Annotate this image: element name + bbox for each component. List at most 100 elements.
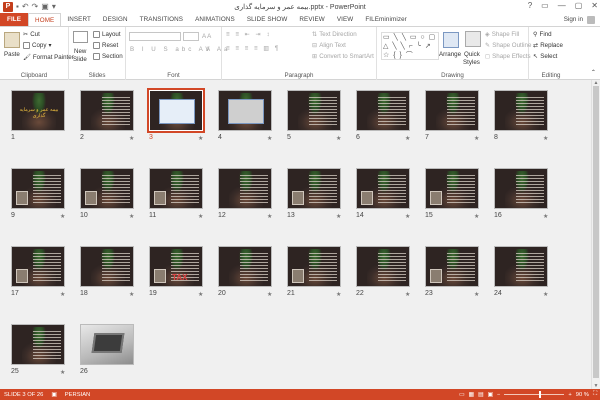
zoom-out-icon[interactable]: − bbox=[497, 392, 500, 398]
tab-file[interactable]: FILE bbox=[0, 13, 29, 26]
animation-star-icon[interactable]: ★ bbox=[336, 291, 341, 298]
convert-smartart-button[interactable]: ⊞ Convert to SmartArt bbox=[312, 53, 374, 60]
slide-thumbnail[interactable] bbox=[494, 168, 548, 209]
tab-fileminimizer[interactable]: FILEminimizer bbox=[359, 13, 413, 26]
animation-star-icon[interactable]: ★ bbox=[267, 213, 272, 220]
slide-thumbnail[interactable]: TAX bbox=[149, 246, 203, 287]
align-buttons[interactable]: ≡ ≡ ≡ ≡ ▥ ¶ bbox=[226, 45, 280, 52]
paste-icon[interactable] bbox=[4, 32, 20, 48]
sign-in[interactable]: Sign in bbox=[564, 13, 595, 26]
quick-styles-icon[interactable] bbox=[465, 31, 481, 47]
animation-star-icon[interactable]: ★ bbox=[198, 135, 203, 142]
redo-icon[interactable]: ↷ bbox=[32, 2, 39, 12]
normal-view-icon[interactable]: ▭ bbox=[459, 392, 464, 398]
align-text-button[interactable]: ⊟ Align Text bbox=[312, 42, 346, 49]
text-direction-button[interactable]: ⇅ Text Direction bbox=[312, 31, 357, 38]
animation-star-icon[interactable]: ★ bbox=[267, 291, 272, 298]
customize-toolbar-icon[interactable]: ▾ bbox=[52, 2, 56, 12]
animation-star-icon[interactable]: ★ bbox=[267, 135, 272, 142]
new-slide-button-line2[interactable]: Slide bbox=[73, 56, 87, 63]
new-slide-icon[interactable] bbox=[73, 31, 88, 43]
slide-thumbnail[interactable] bbox=[494, 246, 548, 287]
slide-thumbnail[interactable] bbox=[147, 88, 205, 133]
slide-thumbnail[interactable] bbox=[80, 90, 134, 131]
layout-button[interactable]: Layout bbox=[93, 31, 121, 38]
animation-star-icon[interactable]: ★ bbox=[129, 135, 134, 142]
slide-thumbnail[interactable] bbox=[287, 246, 341, 287]
font-family-box[interactable] bbox=[129, 32, 181, 41]
slide-thumbnail[interactable] bbox=[11, 324, 65, 365]
slide-thumbnail[interactable] bbox=[356, 90, 410, 131]
zoom-slider-knob[interactable] bbox=[539, 391, 542, 398]
arrange-button[interactable]: Arrange bbox=[439, 51, 461, 58]
animation-star-icon[interactable]: ★ bbox=[129, 213, 134, 220]
slideshow-view-icon[interactable]: ▣ bbox=[487, 392, 492, 398]
animation-star-icon[interactable]: ★ bbox=[474, 291, 479, 298]
slide-thumbnail[interactable] bbox=[356, 168, 410, 209]
slide-thumbnail[interactable]: بیمه عمر و سرمایه گذاری bbox=[11, 90, 65, 131]
shape-fill-button[interactable]: ◈ Shape Fill bbox=[485, 31, 519, 38]
grow-shrink-font-buttons[interactable]: A A bbox=[202, 33, 211, 40]
shapes-gallery[interactable]: ▭ ╲ ╲ ▭ ○ ▢ △ ╲ ╲ ⌐ ╰ ↗ ☆ { } ⌒ bbox=[381, 32, 439, 60]
format-painter-button[interactable]: 🖌 Format Painter bbox=[23, 53, 74, 62]
animation-star-icon[interactable]: ★ bbox=[474, 213, 479, 220]
vertical-scrollbar[interactable]: ▲ ▼ bbox=[591, 80, 600, 389]
restore-button[interactable]: ▢ bbox=[575, 1, 583, 10]
animation-star-icon[interactable]: ★ bbox=[198, 213, 203, 220]
slide-thumbnail[interactable] bbox=[11, 246, 65, 287]
zoom-level[interactable]: 90 % bbox=[576, 392, 589, 398]
font-size-box[interactable] bbox=[183, 32, 199, 41]
quick-styles-button[interactable]: Quick bbox=[464, 51, 480, 58]
tab-transitions[interactable]: TRANSITIONS bbox=[134, 13, 189, 26]
slide-thumbnail[interactable] bbox=[80, 246, 134, 287]
slide-count-status[interactable]: SLIDE 3 OF 26 bbox=[0, 392, 47, 398]
animation-star-icon[interactable]: ★ bbox=[60, 369, 65, 376]
zoom-slider[interactable] bbox=[504, 391, 565, 398]
animation-star-icon[interactable]: ★ bbox=[405, 291, 410, 298]
font-color-button[interactable]: A bbox=[206, 46, 210, 53]
fit-slide-icon[interactable]: ⛶ bbox=[593, 391, 597, 398]
minimize-button[interactable]: — bbox=[558, 1, 566, 10]
reset-button[interactable]: Reset bbox=[93, 42, 118, 49]
ribbon-display-button[interactable]: ▭ bbox=[541, 1, 549, 10]
shape-outline-button[interactable]: ✎ Shape Outline bbox=[485, 42, 531, 49]
slide-thumbnail[interactable] bbox=[425, 168, 479, 209]
animation-star-icon[interactable]: ★ bbox=[336, 213, 341, 220]
slide-thumbnail[interactable] bbox=[287, 90, 341, 131]
animation-star-icon[interactable]: ★ bbox=[336, 135, 341, 142]
tab-animations[interactable]: ANIMATIONS bbox=[189, 13, 241, 26]
section-button[interactable]: Section bbox=[93, 53, 123, 60]
slide-thumbnail[interactable] bbox=[149, 168, 203, 209]
slide-thumbnail[interactable] bbox=[218, 168, 272, 209]
animation-star-icon[interactable]: ★ bbox=[60, 291, 65, 298]
font-style-buttons[interactable]: B I U S abc AV Aa bbox=[130, 46, 230, 53]
new-slide-button[interactable]: New bbox=[74, 48, 86, 55]
reading-view-icon[interactable]: ▤ bbox=[478, 392, 483, 398]
animation-star-icon[interactable]: ★ bbox=[198, 291, 203, 298]
zoom-in-icon[interactable]: + bbox=[568, 392, 571, 398]
animation-star-icon[interactable]: ★ bbox=[543, 213, 548, 220]
help-button[interactable]: ? bbox=[528, 1, 532, 10]
cut-button[interactable]: ✂ Cut bbox=[23, 31, 40, 38]
collapse-ribbon-icon[interactable]: ⌃ bbox=[591, 69, 596, 76]
animation-star-icon[interactable]: ★ bbox=[474, 135, 479, 142]
animation-star-icon[interactable]: ★ bbox=[405, 213, 410, 220]
slide-thumbnail[interactable] bbox=[11, 168, 65, 209]
copy-button[interactable]: Copy ▾ bbox=[23, 42, 52, 49]
paste-button[interactable]: Paste bbox=[4, 51, 20, 58]
sign-in-label[interactable]: Sign in bbox=[564, 13, 583, 26]
slide-sorter-view-icon[interactable]: ▦ bbox=[468, 392, 473, 398]
scrollbar-thumb[interactable] bbox=[593, 86, 599, 378]
save-icon[interactable]: ▪ bbox=[16, 2, 19, 12]
language-status[interactable]: PERSIAN bbox=[61, 392, 94, 398]
quick-styles-button-line2[interactable]: Styles bbox=[463, 59, 480, 66]
start-slideshow-icon[interactable]: ▣ bbox=[41, 2, 49, 12]
tab-insert[interactable]: INSERT bbox=[61, 13, 97, 26]
animation-star-icon[interactable]: ★ bbox=[129, 291, 134, 298]
slide-thumbnail[interactable] bbox=[80, 168, 134, 209]
undo-icon[interactable]: ↶ bbox=[22, 2, 29, 12]
select-button[interactable]: ↖ Select bbox=[533, 53, 557, 60]
slide-thumbnail[interactable] bbox=[425, 90, 479, 131]
spelling-icon[interactable]: ▣ bbox=[47, 392, 60, 398]
slide-thumbnail[interactable] bbox=[218, 90, 272, 131]
